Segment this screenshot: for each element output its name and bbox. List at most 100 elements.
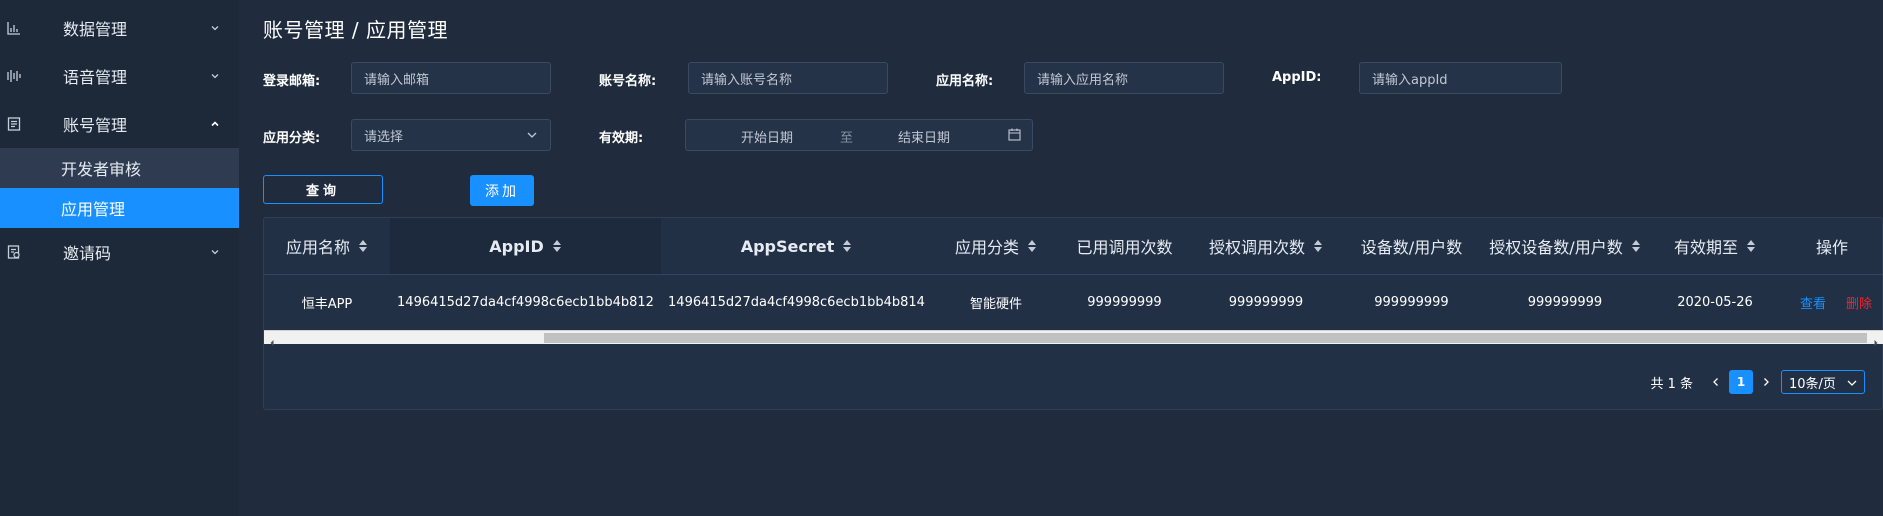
appid-placeholder: 请输入appId <box>1372 72 1448 88</box>
page-size-select[interactable]: 10条/页 <box>1781 370 1865 394</box>
cell-expiry: 2020-05-26 <box>1677 294 1753 310</box>
sidebar-item-label: 账号管理 <box>63 116 128 135</box>
sidebar-item-data-management[interactable]: 数据管理 <box>0 4 239 52</box>
query-button[interactable]: 查询 <box>263 175 383 204</box>
cell-used-calls: 999999999 <box>1087 294 1162 310</box>
validity-label: 有效期: <box>599 131 644 146</box>
table-header: 应用名称 AppID AppSecret 应用分类 已用调用次数 授权调用次数 <box>264 218 1883 275</box>
account-name-label: 账号名称: <box>599 74 657 89</box>
column-label: 授权调用次数 <box>1208 238 1305 257</box>
sidebar-subitem-label: 应用管理 <box>61 200 126 219</box>
column-header-expiry[interactable]: 有效期至 <box>1650 218 1780 274</box>
pagination: 共 1 条 1 10条/页 <box>1650 370 1865 394</box>
next-page-icon[interactable] <box>1759 375 1773 389</box>
delete-link[interactable]: 删除 <box>1846 293 1872 312</box>
account-name-placeholder: 请输入账号名称 <box>701 72 793 88</box>
cell-operations: 查看 删除 <box>1780 275 1883 329</box>
sort-icon[interactable] <box>1027 240 1037 252</box>
scroll-right-icon[interactable] <box>1871 333 1881 346</box>
view-link[interactable]: 查看 <box>1800 293 1826 312</box>
calendar-icon <box>1008 128 1021 145</box>
app-name-placeholder: 请输入应用名称 <box>1037 72 1129 88</box>
sidebar-subitem-label: 开发者审核 <box>61 160 142 179</box>
sort-icon[interactable] <box>552 240 562 252</box>
sidebar-subitem-developer-review[interactable]: 开发者审核 <box>0 148 239 188</box>
table-row: 恒丰APP 1496415d27da4cf4998c6ecb1bb4b812 1… <box>264 275 1883 329</box>
page-title: 账号管理 / 应用管理 <box>263 18 448 42</box>
sort-icon[interactable] <box>1313 240 1323 252</box>
column-header-devices-users: 设备数/用户数 <box>1343 218 1480 274</box>
bar-chart-icon <box>6 20 22 36</box>
column-label: AppID <box>489 236 544 256</box>
validity-date-range[interactable]: 开始日期 至 结束日期 <box>685 119 1033 151</box>
chevron-down-icon <box>209 22 221 34</box>
column-header-category[interactable]: 应用分类 <box>932 218 1060 274</box>
main-content: 账号管理 / 应用管理 登录邮箱: 请输入邮箱 账号名称: 请输入账号名称 应用… <box>239 0 1883 516</box>
account-name-input[interactable]: 请输入账号名称 <box>688 62 888 94</box>
cell-devices-users: 999999999 <box>1374 294 1449 310</box>
audio-wave-icon <box>6 68 22 84</box>
cell-appid: 1496415d27da4cf4998c6ecb1bb4b812 <box>397 294 654 310</box>
invite-code-icon <box>6 244 22 260</box>
column-header-app-name[interactable]: 应用名称 <box>264 218 390 274</box>
sidebar-item-voice-management[interactable]: 语音管理 <box>0 52 239 100</box>
column-label: 操作 <box>1815 238 1848 257</box>
app-name-input[interactable]: 请输入应用名称 <box>1024 62 1224 94</box>
account-doc-icon <box>6 116 22 132</box>
pagination-total: 共 1 条 <box>1650 376 1693 392</box>
cell-appsecret: 1496415d27da4cf4998c6ecb1bb4b814 <box>668 294 925 310</box>
sidebar-item-label: 数据管理 <box>63 20 128 39</box>
scroll-left-icon[interactable] <box>267 333 277 346</box>
column-label: 设备数/用户数 <box>1360 238 1463 257</box>
column-header-auth-devices-users[interactable]: 授权设备数/用户数 <box>1480 218 1650 274</box>
scrollbar-thumb[interactable] <box>544 333 1867 343</box>
column-header-operations: 操作 <box>1780 218 1883 274</box>
chevron-down-icon <box>1846 377 1858 389</box>
column-label: 有效期至 <box>1673 238 1738 257</box>
end-date-placeholder[interactable]: 结束日期 <box>898 127 950 146</box>
column-header-appsecret[interactable]: AppSecret <box>661 218 932 274</box>
email-label: 登录邮箱: <box>263 74 321 89</box>
column-header-auth-calls[interactable]: 授权调用次数 <box>1189 218 1343 274</box>
email-input[interactable]: 请输入邮箱 <box>351 62 551 94</box>
cell-auth-calls: 999999999 <box>1228 294 1304 310</box>
sort-icon[interactable] <box>358 240 368 252</box>
sidebar-item-invite-code[interactable]: 邀请码 <box>0 228 239 276</box>
column-label: 应用分类 <box>954 238 1019 257</box>
category-placeholder: 请选择 <box>364 129 404 145</box>
chevron-down-icon <box>209 246 221 258</box>
sidebar-item-label: 语音管理 <box>63 68 128 87</box>
sort-icon[interactable] <box>1746 240 1756 252</box>
sidebar-item-account-management[interactable]: 账号管理 <box>0 100 239 148</box>
app-root: 数据管理 语音管理 账号管理 开发者审核 应用管理 邀请码 账号管理 / 应用管… <box>0 0 1883 516</box>
sort-icon[interactable] <box>842 240 852 252</box>
column-header-used-calls: 已用调用次数 <box>1060 218 1189 274</box>
app-name-label: 应用名称: <box>936 74 994 89</box>
page-size-value: 10条/页 <box>1789 376 1836 392</box>
prev-page-icon[interactable] <box>1709 375 1723 389</box>
email-placeholder: 请输入邮箱 <box>364 72 430 88</box>
cell-auth-devices-users: 999999999 <box>1527 294 1603 310</box>
sidebar-item-label: 邀请码 <box>63 244 112 263</box>
table-panel: 应用名称 AppID AppSecret 应用分类 已用调用次数 授权调用次数 <box>263 217 1883 410</box>
column-header-appid[interactable]: AppID <box>390 218 661 274</box>
category-label: 应用分类: <box>263 131 321 146</box>
column-label: 授权设备数/用户数 <box>1489 238 1623 257</box>
sidebar-subitem-app-management[interactable]: 应用管理 <box>0 188 239 228</box>
appid-input[interactable]: 请输入appId <box>1359 62 1562 94</box>
cell-app-name: 恒丰APP <box>301 296 353 312</box>
appid-label: AppID: <box>1272 70 1322 85</box>
page-number-current[interactable]: 1 <box>1729 370 1753 394</box>
sort-icon[interactable] <box>1631 240 1641 252</box>
horizontal-scrollbar[interactable] <box>264 330 1883 346</box>
chevron-up-icon <box>209 118 221 130</box>
sidebar: 数据管理 语音管理 账号管理 开发者审核 应用管理 邀请码 <box>0 0 239 516</box>
category-select[interactable]: 请选择 <box>351 119 551 151</box>
column-label: AppSecret <box>740 236 835 256</box>
column-label: 应用名称 <box>285 238 350 257</box>
add-button[interactable]: 添加 <box>470 175 534 206</box>
column-label: 已用调用次数 <box>1076 238 1173 257</box>
start-date-placeholder[interactable]: 开始日期 <box>741 127 793 146</box>
chevron-down-icon <box>209 70 221 82</box>
date-separator: 至 <box>840 131 854 146</box>
